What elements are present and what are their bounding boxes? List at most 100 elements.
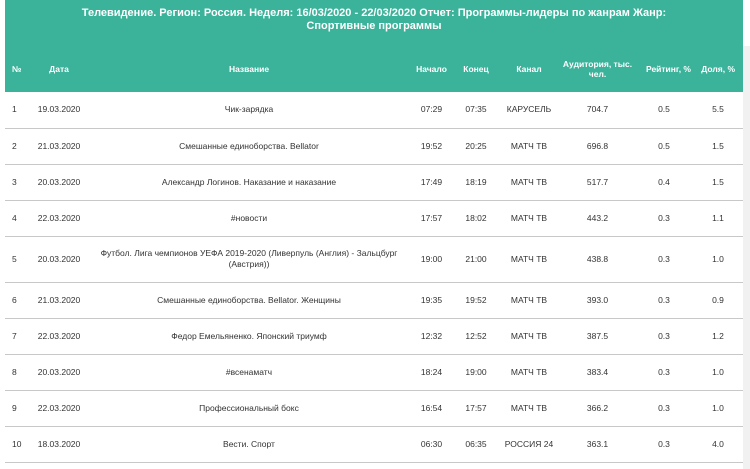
cell-share: 4.0 — [693, 426, 743, 463]
cell-channel: МАТЧ ТВ — [498, 354, 560, 391]
cell-end: 12:52 — [454, 318, 498, 355]
cell-start: 17:57 — [409, 200, 454, 237]
report-title-bar: Телевидение. Регион: Россия. Неделя: 16/… — [5, 0, 743, 46]
cell-date: 22.03.2020 — [29, 318, 89, 355]
cell-channel: МАТЧ ТВ — [498, 390, 560, 427]
table-row[interactable]: 7 22.03.2020 Федор Емельяненко. Японский… — [5, 318, 743, 355]
cell-channel: РОССИЯ 24 — [498, 426, 560, 463]
table-row[interactable]: 6 21.03.2020 Смешанные единоборства. Bel… — [5, 282, 743, 319]
table-row[interactable]: 1 19.03.2020 Чик-зарядка 07:29 07:35 КАР… — [5, 92, 743, 129]
table-row[interactable]: 2 21.03.2020 Смешанные единоборства. Bel… — [5, 128, 743, 165]
cell-num: 10 — [5, 426, 29, 463]
cell-share: 1.5 — [693, 164, 743, 201]
cell-end: 21:00 — [454, 236, 498, 283]
cell-name: Смешанные единоборства. Bellator — [89, 128, 409, 165]
cell-end: 18:19 — [454, 164, 498, 201]
col-header-start[interactable]: Начало — [409, 46, 454, 92]
col-header-name[interactable]: Название — [89, 46, 409, 92]
cell-name: Футбол. Лига чемпионов УЕФА 2019-2020 (Л… — [89, 236, 409, 283]
cell-date: 22.03.2020 — [29, 200, 89, 237]
cell-audience: 704.7 — [560, 92, 635, 129]
cell-num: 2 — [5, 128, 29, 165]
cell-rating: 0.3 — [635, 318, 693, 355]
col-header-channel[interactable]: Канал — [498, 46, 560, 92]
cell-start: 06:30 — [409, 426, 454, 463]
cell-rating: 0.5 — [635, 92, 693, 129]
cell-name: Смешанные единоборства. Bellator. Женщин… — [89, 282, 409, 319]
table-row[interactable]: 9 22.03.2020 Профессиональный бокс 16:54… — [5, 390, 743, 427]
table-row[interactable]: 4 22.03.2020 #новости 17:57 18:02 МАТЧ Т… — [5, 200, 743, 237]
cell-rating: 0.3 — [635, 354, 693, 391]
cell-audience: 443.2 — [560, 200, 635, 237]
cell-rating: 0.3 — [635, 390, 693, 427]
cell-rating: 0.3 — [635, 236, 693, 283]
col-header-date[interactable]: Дата — [29, 46, 89, 92]
cell-num: 1 — [5, 92, 29, 129]
cell-channel: МАТЧ ТВ — [498, 282, 560, 319]
cell-date: 22.03.2020 — [29, 390, 89, 427]
cell-num: 8 — [5, 354, 29, 391]
scrollbar[interactable] — [743, 46, 750, 469]
cell-date: 20.03.2020 — [29, 236, 89, 283]
col-header-share[interactable]: Доля, % — [693, 46, 743, 92]
cell-audience: 438.8 — [560, 236, 635, 283]
cell-num: 6 — [5, 282, 29, 319]
cell-share: 0.9 — [693, 282, 743, 319]
cell-rating: 0.3 — [635, 426, 693, 463]
cell-audience: 517.7 — [560, 164, 635, 201]
cell-start: 19:35 — [409, 282, 454, 319]
cell-rating: 0.4 — [635, 164, 693, 201]
cell-num: 5 — [5, 236, 29, 283]
cell-end: 19:00 — [454, 354, 498, 391]
cell-share: 1.5 — [693, 128, 743, 165]
col-header-num[interactable]: № — [5, 46, 29, 92]
cell-date: 20.03.2020 — [29, 164, 89, 201]
cell-start: 12:32 — [409, 318, 454, 355]
cell-channel: МАТЧ ТВ — [498, 318, 560, 355]
cell-channel: МАТЧ ТВ — [498, 200, 560, 237]
cell-date: 19.03.2020 — [29, 92, 89, 129]
cell-num: 4 — [5, 200, 29, 237]
cell-start: 16:54 — [409, 390, 454, 427]
col-header-rating[interactable]: Рейтинг, % — [635, 46, 693, 92]
table-row[interactable]: 5 20.03.2020 Футбол. Лига чемпионов УЕФА… — [5, 236, 743, 283]
report-view: Телевидение. Регион: Россия. Неделя: 16/… — [0, 0, 750, 469]
cell-name: #всенаматч — [89, 354, 409, 391]
cell-start: 19:52 — [409, 128, 454, 165]
cell-rating: 0.3 — [635, 282, 693, 319]
cell-channel: МАТЧ ТВ — [498, 128, 560, 165]
cell-name: #новости — [89, 200, 409, 237]
col-header-audience[interactable]: Аудитория, тыс. чел. — [560, 46, 635, 92]
cell-audience: 696.8 — [560, 128, 635, 165]
cell-audience: 363.1 — [560, 426, 635, 463]
cell-start: 07:29 — [409, 92, 454, 129]
table-row[interactable]: 10 18.03.2020 Вести. Спорт 06:30 06:35 Р… — [5, 426, 743, 463]
cell-rating: 0.3 — [635, 200, 693, 237]
cell-end: 17:57 — [454, 390, 498, 427]
cell-channel: МАТЧ ТВ — [498, 164, 560, 201]
cell-start: 18:24 — [409, 354, 454, 391]
cell-audience: 366.2 — [560, 390, 635, 427]
table-row[interactable]: 8 20.03.2020 #всенаматч 18:24 19:00 МАТЧ… — [5, 354, 743, 391]
cell-channel: КАРУСЕЛЬ — [498, 92, 560, 129]
cell-share: 1.0 — [693, 390, 743, 427]
cell-date: 21.03.2020 — [29, 282, 89, 319]
table-row[interactable]: 3 20.03.2020 Александр Логинов. Наказани… — [5, 164, 743, 201]
cell-share: 1.0 — [693, 236, 743, 283]
cell-share: 5.5 — [693, 92, 743, 129]
cell-audience: 383.4 — [560, 354, 635, 391]
cell-num: 9 — [5, 390, 29, 427]
cell-end: 07:35 — [454, 92, 498, 129]
cell-share: 1.2 — [693, 318, 743, 355]
cell-end: 18:02 — [454, 200, 498, 237]
cell-share: 1.0 — [693, 354, 743, 391]
cell-end: 06:35 — [454, 426, 498, 463]
cell-name: Федор Емельяненко. Японский триумф — [89, 318, 409, 355]
cell-channel: МАТЧ ТВ — [498, 236, 560, 283]
cell-end: 20:25 — [454, 128, 498, 165]
ratings-table: № Дата Название Начало Конец Канал Аудит… — [5, 46, 743, 463]
cell-share: 1.1 — [693, 200, 743, 237]
report-title: Телевидение. Регион: Россия. Неделя: 16/… — [81, 7, 667, 32]
cell-name: Профессиональный бокс — [89, 390, 409, 427]
col-header-end[interactable]: Конец — [454, 46, 498, 92]
